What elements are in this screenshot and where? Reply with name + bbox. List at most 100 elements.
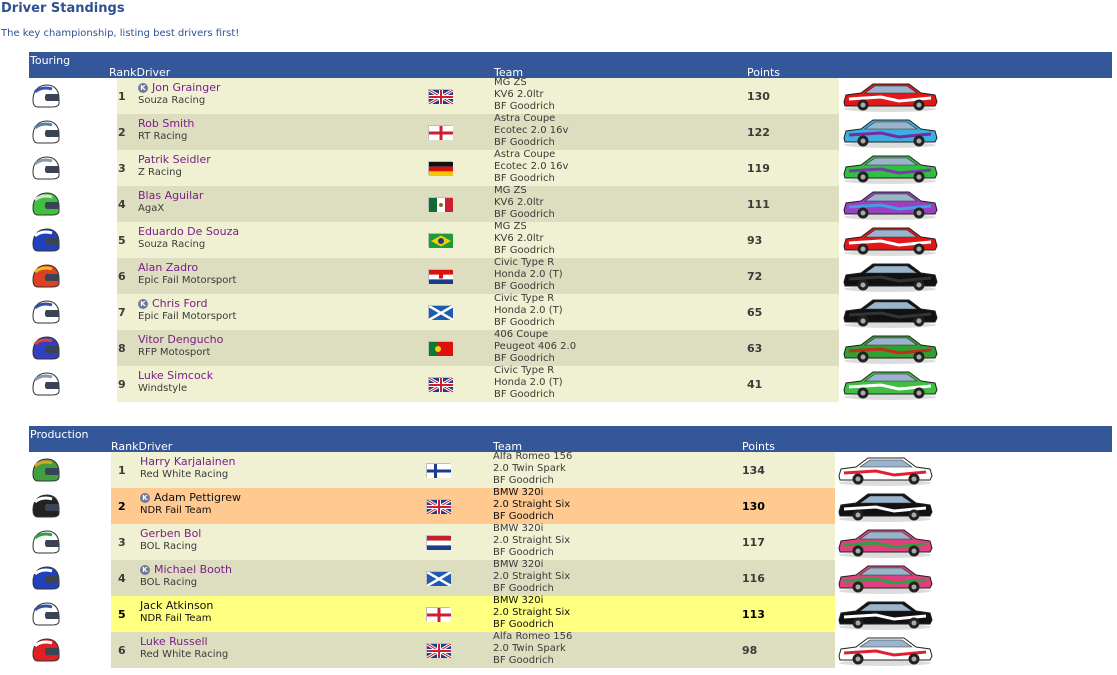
driver-name[interactable]: Michael Booth xyxy=(154,563,232,576)
car-spec: MG ZS KV6 2.0ltr BF Goodrich xyxy=(494,185,555,221)
driver-points: 72 xyxy=(747,270,763,283)
driver-helmet-icon xyxy=(30,336,60,361)
car-livery-icon xyxy=(836,562,934,594)
driver-name-link[interactable]: Jack Atkinson xyxy=(140,599,213,612)
section-name: Production xyxy=(30,428,89,441)
car-livery-icon xyxy=(836,490,934,522)
driver-name-link[interactable]: Vitor Dengucho xyxy=(138,333,223,346)
country-flag-icon xyxy=(428,269,453,284)
driver-name[interactable]: Jack Atkinson xyxy=(140,599,213,612)
driver-points: 119 xyxy=(747,162,770,175)
car-spec: Alfa Romeo 156 2.0 Twin Spark BF Goodrich xyxy=(493,631,572,667)
driver-name[interactable]: Adam Pettigrew xyxy=(154,491,241,504)
row-background xyxy=(117,186,839,222)
driver-name[interactable]: Gerben Bol xyxy=(140,527,201,540)
team-name: Windstyle xyxy=(138,383,188,394)
car-livery-icon xyxy=(841,332,939,364)
driver-name-link[interactable]: K Adam Pettigrew xyxy=(140,491,241,504)
driver-name-link[interactable]: Alan Zadro xyxy=(138,261,198,274)
car-livery-graphic xyxy=(843,83,938,112)
driver-name-link[interactable]: Patrik Seidler xyxy=(138,153,211,166)
car-livery-graphic xyxy=(843,155,938,184)
driver-points: 130 xyxy=(747,90,770,103)
car-tyres: BF Goodrich xyxy=(494,317,555,328)
team-name: Epic Fail Motorsport xyxy=(138,275,237,286)
driver-name[interactable]: Luke Simcock xyxy=(138,369,213,382)
car-livery-icon xyxy=(841,152,939,184)
driver-name-link[interactable]: K Michael Booth xyxy=(140,563,232,576)
driver-name[interactable]: Harry Karjalainen xyxy=(140,455,236,468)
driver-name[interactable]: Eduardo De Souza xyxy=(138,225,239,238)
driver-name[interactable]: Vitor Dengucho xyxy=(138,333,223,346)
helmet-graphic xyxy=(32,458,60,482)
flag-graphic xyxy=(429,162,453,176)
table-row: 1 Harry Karjalainen Red White Racing Alfa R… xyxy=(29,451,1112,488)
flag-graphic xyxy=(429,126,453,140)
car-tyres: BF Goodrich xyxy=(494,101,555,112)
flag-graphic xyxy=(428,376,454,394)
car-tyres: BF Goodrich xyxy=(494,281,555,292)
driver-name-link[interactable]: Harry Karjalainen xyxy=(140,455,236,468)
table-row: 1 K Jon Grainger Souza Racing MG ZS KV6 2.0lt… xyxy=(29,77,1112,114)
helmet-graphic xyxy=(32,638,60,662)
driver-name-link[interactable]: Rob Smith xyxy=(138,117,194,130)
rank-number: 2 xyxy=(118,126,126,139)
helmet-graphic xyxy=(32,84,60,108)
driver-helmet-icon xyxy=(30,156,60,181)
car-tyres: BF Goodrich xyxy=(493,655,554,666)
car-engine: KV6 2.0ltr xyxy=(494,233,544,244)
driver-name-link[interactable]: Blas Aguilar xyxy=(138,189,203,202)
car-spec: Civic Type R Honda 2.0 (T) BF Goodrich xyxy=(494,257,563,293)
team-name: Souza Racing xyxy=(138,239,206,250)
flag-graphic xyxy=(427,608,451,622)
driver-helmet-icon xyxy=(30,84,60,109)
driver-name[interactable]: Chris Ford xyxy=(152,297,207,310)
car-livery-graphic xyxy=(838,637,933,666)
car-engine: 2.0 Straight Six xyxy=(493,607,571,618)
driver-name[interactable]: Alan Zadro xyxy=(138,261,198,274)
car-livery-icon xyxy=(841,260,939,292)
car-model: Civic Type R xyxy=(494,257,555,268)
car-model: BMW 320i xyxy=(493,559,544,570)
driver-helmet-icon xyxy=(30,602,60,627)
driver-name-link[interactable]: Luke Russell xyxy=(140,635,208,648)
driver-name-link[interactable]: Gerben Bol xyxy=(140,527,201,540)
rank-number: 4 xyxy=(118,198,126,211)
rank-number: 5 xyxy=(118,608,126,621)
driver-helmet-icon xyxy=(30,120,60,145)
helmet-graphic xyxy=(32,300,60,324)
row-background xyxy=(111,596,835,632)
driver-name-link[interactable]: K Jon Grainger xyxy=(138,81,221,94)
car-livery-graphic xyxy=(843,335,938,364)
flag-graphic xyxy=(427,536,451,550)
car-tyres: BF Goodrich xyxy=(494,173,555,184)
driver-name-link[interactable]: Eduardo De Souza xyxy=(138,225,239,238)
car-livery-graphic xyxy=(838,529,933,558)
car-tyres: BF Goodrich xyxy=(493,583,554,594)
car-spec: BMW 320i 2.0 Straight Six BF Goodrich xyxy=(493,523,570,559)
car-livery-icon xyxy=(841,188,939,220)
team-name: Red White Racing xyxy=(140,469,229,480)
driver-name[interactable]: Rob Smith xyxy=(138,117,194,130)
car-tyres: BF Goodrich xyxy=(494,137,555,148)
page-title: Driver Standings xyxy=(1,1,125,16)
driver-name[interactable]: Luke Russell xyxy=(140,635,208,648)
rank-number: 7 xyxy=(118,306,126,319)
car-livery-graphic xyxy=(843,263,938,292)
driver-name-link[interactable]: Luke Simcock xyxy=(138,369,213,382)
row-background xyxy=(117,330,839,366)
car-engine: KV6 2.0ltr xyxy=(494,89,544,100)
driver-helmet-icon xyxy=(30,192,60,217)
driver-helmet-icon xyxy=(30,638,60,663)
country-flag-icon xyxy=(428,161,453,176)
driver-name[interactable]: Jon Grainger xyxy=(152,81,221,94)
driver-name[interactable]: Blas Aguilar xyxy=(138,189,203,202)
car-spec: Civic Type R Honda 2.0 (T) BF Goodrich xyxy=(494,365,563,401)
driver-name-link[interactable]: K Chris Ford xyxy=(138,297,207,310)
car-spec: Astra Coupe Ecotec 2.0 16v BF Goodrich xyxy=(494,149,568,185)
k-badge-icon: K xyxy=(140,493,150,503)
helmet-graphic xyxy=(32,602,60,626)
driver-name[interactable]: Patrik Seidler xyxy=(138,153,211,166)
car-spec: Astra Coupe Ecotec 2.0 16v BF Goodrich xyxy=(494,113,568,149)
car-spec: MG ZS KV6 2.0ltr BF Goodrich xyxy=(494,77,555,113)
